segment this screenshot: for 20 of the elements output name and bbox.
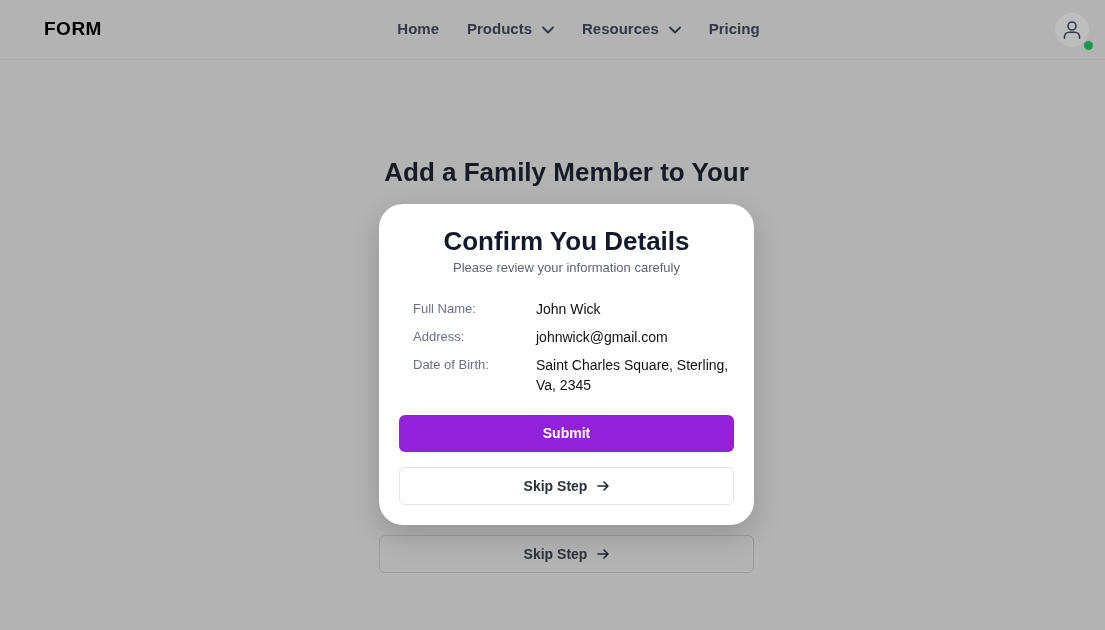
arrow-right-icon <box>597 481 610 491</box>
skip-step-button[interactable]: Skip Step <box>379 535 754 573</box>
user-icon <box>1063 20 1081 39</box>
submit-button[interactable]: Submit <box>399 415 734 452</box>
detail-value: John Wick <box>536 300 602 319</box>
logo[interactable]: FORM <box>44 15 102 44</box>
detail-value: Saint Charles Square, Sterling, Va, 2345 <box>536 356 730 395</box>
nav-link[interactable]: Products <box>467 18 555 41</box>
dialog-title: Confirm You Details <box>442 225 691 258</box>
nav-link[interactable]: Home <box>397 18 439 41</box>
dialog-subtitle: Please review your information carefuly <box>452 259 681 277</box>
skip-step-button[interactable]: Skip Step <box>399 467 734 505</box>
nav-link[interactable]: Resources <box>582 18 681 41</box>
arrow-right-icon <box>597 549 610 559</box>
detail-label: Full Name: <box>413 300 477 318</box>
detail-label: Address: <box>413 328 466 346</box>
detail-value: johnwick@gmail.com <box>536 328 669 347</box>
page-heading: Add a Family Member to Your <box>384 156 749 188</box>
detail-label: Date of Birth: <box>413 356 490 374</box>
nav-link[interactable]: Pricing <box>708 18 760 41</box>
